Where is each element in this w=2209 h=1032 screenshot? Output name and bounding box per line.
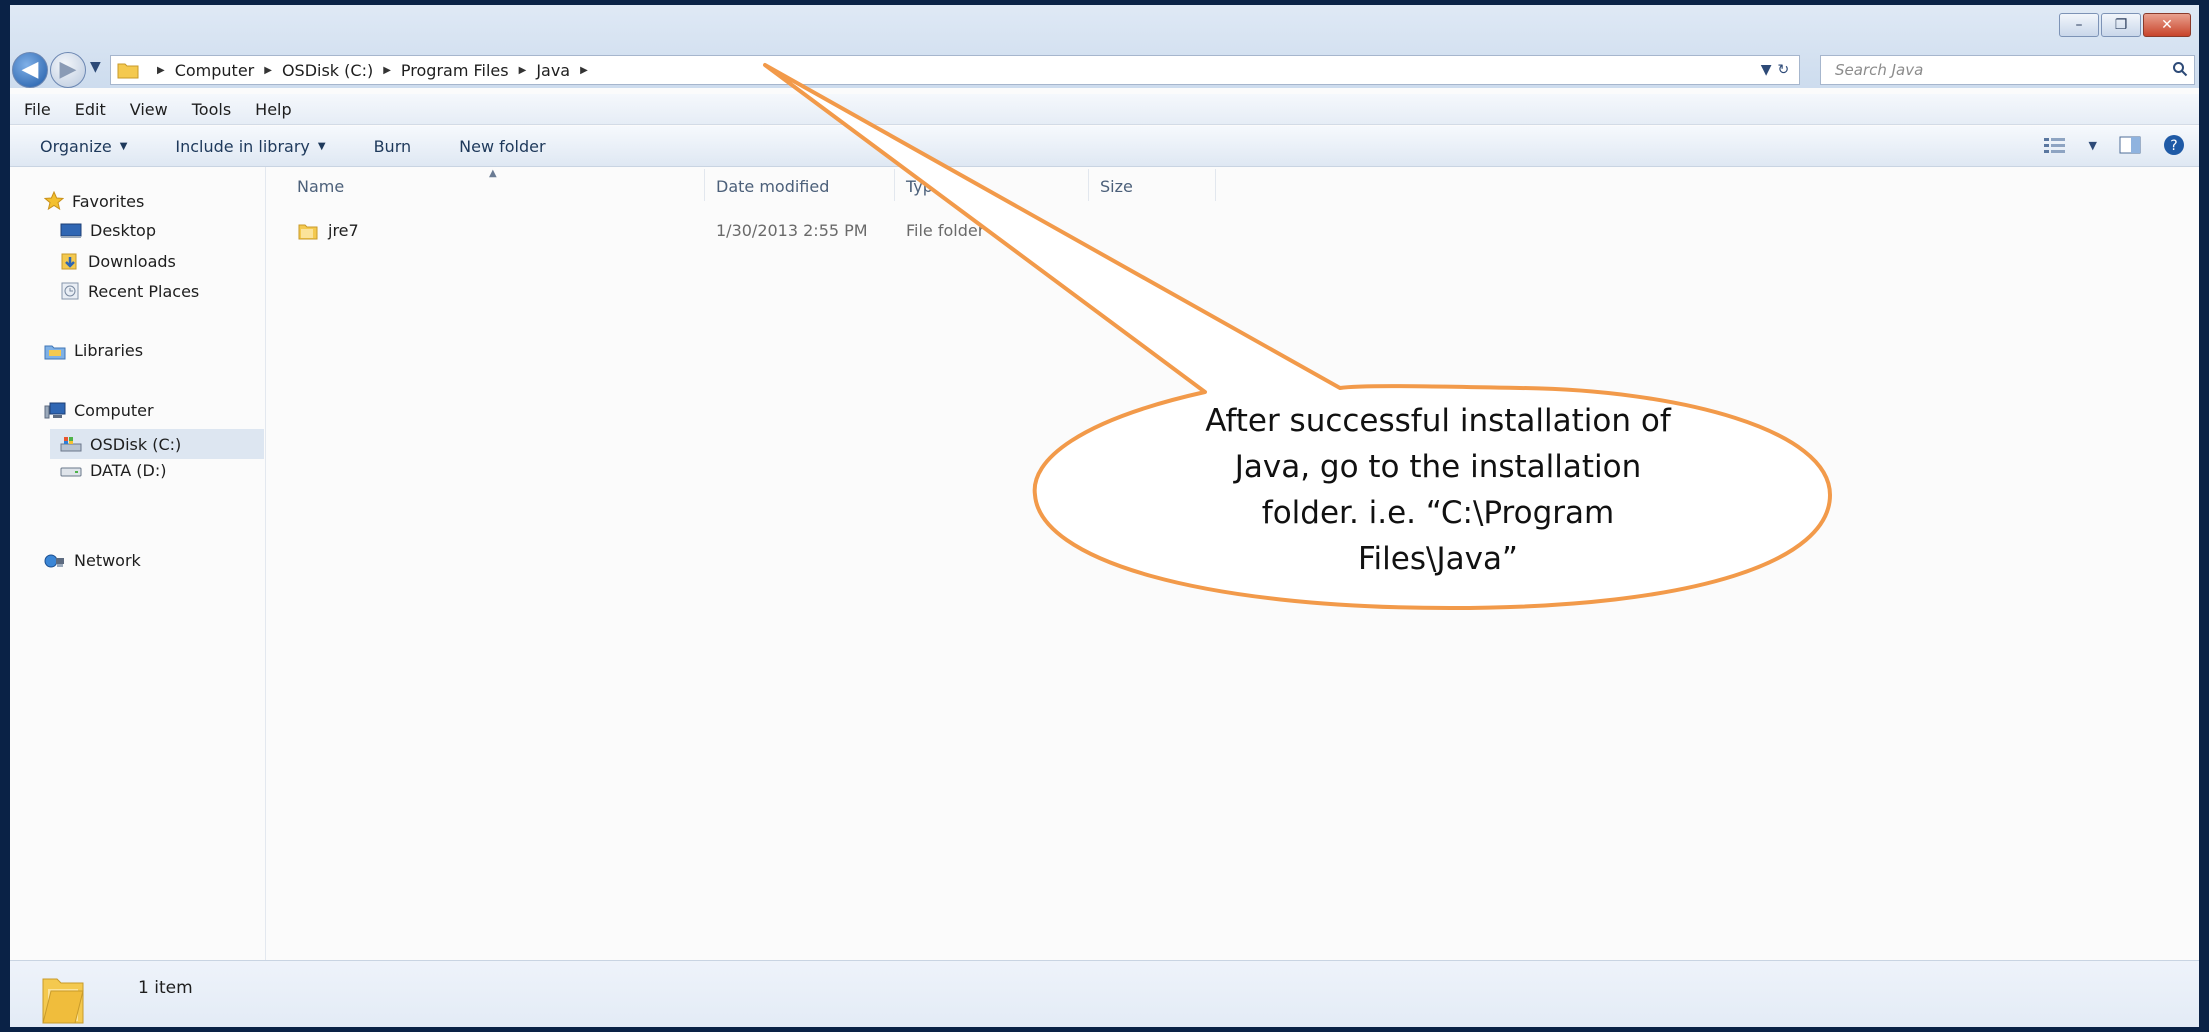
callout-annotation: [763, 63, 1832, 610]
callout-line: folder. i.e. “C:\Program: [1261, 495, 1615, 531]
callout-text: After successful installation of Java, g…: [1118, 398, 1758, 582]
callout-line: Java, go to the installation: [1234, 449, 1642, 485]
callout-line: Files\Java”: [1357, 541, 1518, 577]
callout-line: After successful installation of: [1205, 403, 1671, 439]
